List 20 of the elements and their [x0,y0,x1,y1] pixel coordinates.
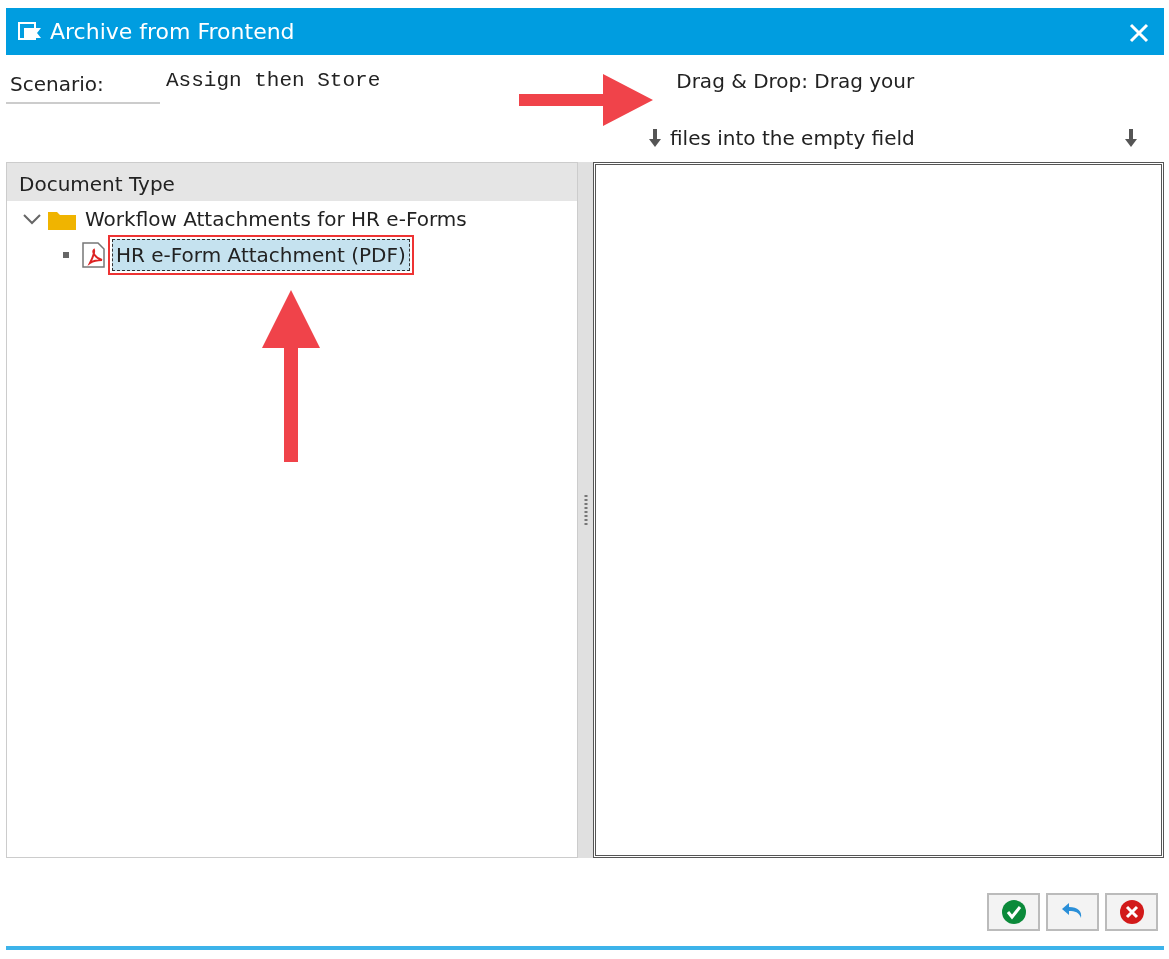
tree-item[interactable]: Workflow Attachments for HR e-Forms [81,203,471,236]
close-icon [1118,899,1145,926]
confirm-button[interactable] [987,893,1040,932]
undo-button[interactable] [1046,893,1099,932]
window-title: Archive from Frontend [50,17,296,46]
bullet-icon [63,252,69,259]
hint-text: files into the empty field [670,125,916,153]
field-label: Scenario: [6,65,160,104]
down-arrow-icon [648,129,662,148]
check-icon [1000,899,1027,926]
field-value: Assign then Store [166,67,381,94]
hint-text: Drag & Drop: Drag your [676,67,915,95]
grip-icon [583,495,588,526]
splitter-handle[interactable] [578,162,593,859]
cancel-button[interactable] [1105,893,1158,932]
pdf-file-icon [80,241,108,270]
column-header: Document Type [7,163,577,202]
close-icon [1128,21,1150,44]
down-arrow-icon [1124,129,1138,148]
window-icon [18,21,42,42]
